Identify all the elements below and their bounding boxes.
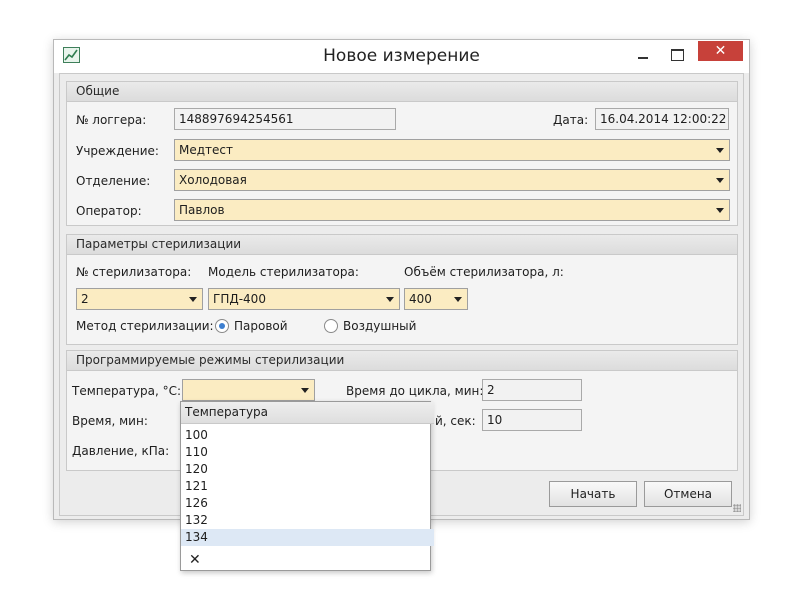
sterilizer-model-label: Модель стерилизатора: [208,265,359,279]
chevron-down-icon [716,178,724,183]
chevron-down-icon [386,297,394,302]
chart-icon [63,47,80,63]
institution-value: Медтест [179,143,233,157]
maximize-button[interactable] [666,45,688,67]
chevron-down-icon [716,148,724,153]
operator-label: Оператор: [76,204,142,218]
department-label: Отделение: [76,174,151,188]
dropdown-option[interactable]: 120 [181,461,434,478]
close-icon: ✕ [714,43,727,59]
operator-select[interactable]: Павлов [174,199,730,221]
method-label: Метод стерилизации: [76,319,214,333]
operator-value: Павлов [179,203,225,217]
logger-label: № логгера: [76,113,147,127]
chevron-down-icon [301,388,309,393]
radio-air[interactable] [324,319,338,333]
chevron-down-icon [716,208,724,213]
logger-field[interactable]: 148897694254561 [174,108,396,130]
temperature-label: Температура, °С: [72,384,182,398]
temperature-dropdown: Температура 100 110 120 121 126 132 134 … [180,401,434,571]
minimize-button[interactable] [632,45,654,67]
sterilizer-number-select[interactable]: 2 [76,288,203,310]
sterilizer-model-value: ГПД-400 [213,292,266,306]
sterilizer-volume-select[interactable]: 400 [404,288,468,310]
general-group-header: Общие [67,82,737,102]
cancel-button[interactable]: Отмена [644,481,732,507]
title-bar: Новое измерение ✕ [54,40,749,73]
sterilization-group: Параметры стерилизации № стерилизатора: … [66,234,738,345]
programs-group-header: Программируемые режимы стерилизации [67,351,737,371]
close-button[interactable]: ✕ [698,41,743,61]
partial-label: й, сек: [435,414,476,428]
chevron-down-icon [189,297,197,302]
sterilizer-model-select[interactable]: ГПД-400 [208,288,400,310]
seconds-field[interactable]: 10 [482,409,582,431]
dropdown-option-highlighted[interactable]: 134 [181,529,434,546]
sterilizer-number-label: № стерилизатора: [76,265,192,279]
institution-label: Учреждение: [76,144,159,158]
dropdown-option[interactable]: 121 [181,478,434,495]
dropdown-option[interactable]: 110 [181,444,434,461]
dropdown-option[interactable]: 132 [181,512,434,529]
radio-steam[interactable] [215,319,229,333]
radio-air-label[interactable]: Воздушный [343,319,416,333]
sterilizer-volume-value: 400 [409,292,432,306]
time-label: Время, мин: [72,414,148,428]
pressure-label: Давление, кПа: [72,444,170,458]
sterilizer-number-value: 2 [81,292,89,306]
date-field[interactable]: 16.04.2014 12:00:22 [595,108,729,130]
clear-icon[interactable]: ✕ [189,552,201,568]
sterilization-group-header: Параметры стерилизации [67,235,737,255]
dropdown-option[interactable]: 100 [181,427,434,444]
time-to-cycle-label: Время до цикла, мин: [346,384,484,398]
temperature-select[interactable] [182,379,315,401]
radio-steam-label[interactable]: Паровой [234,319,288,333]
dropdown-header: Температура [181,402,434,424]
institution-select[interactable]: Медтест [174,139,730,161]
date-label: Дата: [553,113,589,127]
window-title: Новое измерение [323,46,480,66]
general-group: Общие № логгера: 148897694254561 Дата: 1… [66,81,738,226]
chevron-down-icon [454,297,462,302]
department-value: Холодовая [179,173,247,187]
resize-grip[interactable] [731,502,741,512]
start-button[interactable]: Начать [549,481,637,507]
sterilizer-volume-label: Объём стерилизатора, л: [404,265,564,279]
department-select[interactable]: Холодовая [174,169,730,191]
time-to-cycle-field[interactable]: 2 [482,379,582,401]
dropdown-option[interactable]: 126 [181,495,434,512]
